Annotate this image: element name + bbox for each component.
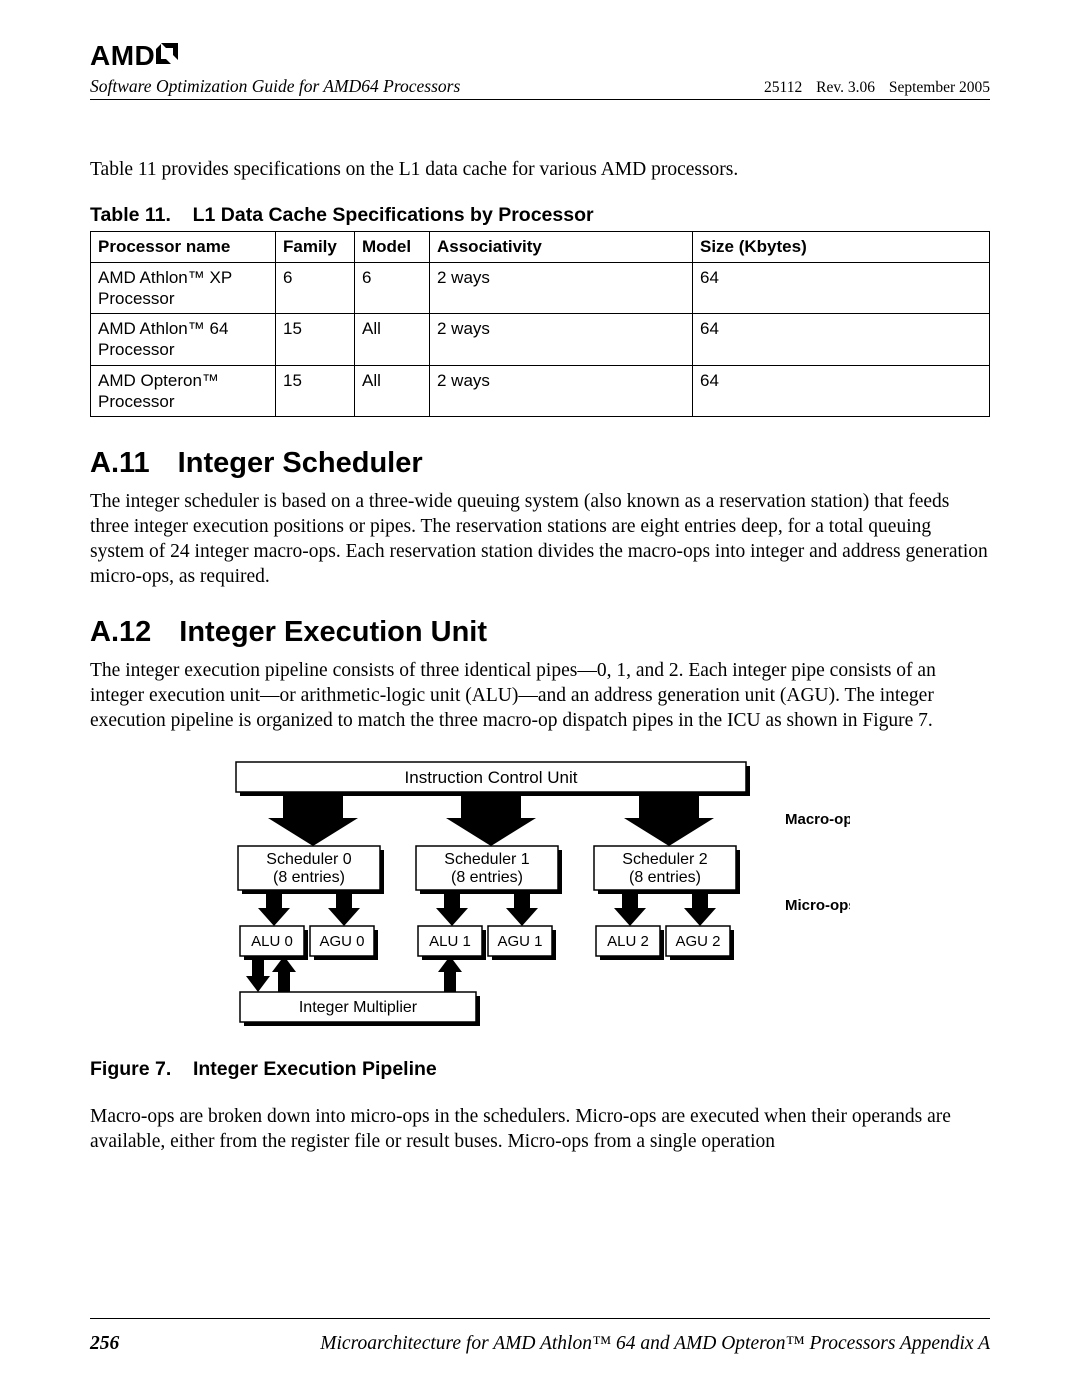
table-header-row: Processor name Family Model Associativit… [91, 232, 990, 262]
amd-arrow-icon [156, 40, 180, 72]
section-a12-heading: A.12 Integer Execution Unit [90, 616, 990, 649]
table-caption-no: Table 11. [90, 204, 171, 226]
exec-unit-boxes: ALU 0 AGU 0 ALU 1 AGU 1 ALU 2 AGU 2 [240, 926, 734, 960]
cell-model: All [355, 365, 430, 417]
table-row: AMD Athlon™ 64 Processor 15 All 2 ways 6… [91, 314, 990, 366]
doc-meta: 25112 Rev. 3.06 September 2005 [754, 79, 990, 97]
section-a11-body: The integer scheduler is based on a thre… [90, 490, 990, 590]
cell-family: 15 [276, 365, 355, 417]
running-footer: 256 Microarchitecture for AMD Athlon™ 64… [90, 1333, 990, 1355]
unit-label: ALU 1 [429, 933, 471, 950]
sched-label: Scheduler 2 [622, 851, 707, 868]
cell-assoc: 2 ways [430, 365, 693, 417]
unit-label: ALU 2 [607, 933, 649, 950]
doc-rev: Rev. 3.06 [816, 79, 875, 96]
spec-table: Processor name Family Model Associativit… [90, 231, 990, 417]
scheduler-boxes: Scheduler 0 (8 entries) Scheduler 1 (8 e… [238, 846, 740, 894]
figure-caption-title: Integer Execution Pipeline [193, 1058, 437, 1080]
figure-caption: Figure 7. Integer Execution Pipeline [90, 1058, 990, 1081]
section-a12-body2: Macro-ops are broken down into micro-ops… [90, 1105, 990, 1155]
cell-family: 15 [276, 314, 355, 366]
cell-family: 6 [276, 262, 355, 314]
micro-arrows [258, 890, 716, 926]
sched-sublabel: (8 entries) [451, 869, 523, 886]
table-caption-title: L1 Data Cache Specifications by Processo… [193, 204, 594, 226]
cell-size: 64 [693, 314, 990, 366]
running-header: Software Optimization Guide for AMD64 Pr… [90, 76, 990, 100]
mult-arrows [246, 956, 462, 992]
sched-label: Scheduler 0 [266, 851, 351, 868]
footer-text: Microarchitecture for AMD Athlon™ 64 and… [320, 1333, 990, 1355]
cell-name: AMD Athlon™ 64 Processor [91, 314, 276, 366]
intro-paragraph: Table 11 provides specifications on the … [90, 158, 990, 182]
macro-ops-label: Macro-ops [785, 811, 850, 828]
unit-label: AGU 1 [497, 933, 542, 950]
cell-name: AMD Opteron™ Processor [91, 365, 276, 417]
th-family: Family [276, 232, 355, 262]
unit-label: ALU 0 [251, 933, 293, 950]
section-title: Integer Scheduler [178, 447, 423, 479]
sched-sublabel: (8 entries) [629, 869, 701, 886]
cell-size: 64 [693, 262, 990, 314]
unit-label: AGU 0 [319, 933, 364, 950]
cell-model: 6 [355, 262, 430, 314]
macro-arrows [268, 792, 714, 846]
unit-label: AGU 2 [675, 933, 720, 950]
doc-number: 25112 [764, 79, 802, 96]
page-number: 256 [90, 1333, 119, 1355]
figure-caption-no: Figure 7. [90, 1058, 171, 1080]
footer-rule [90, 1318, 990, 1319]
icu-label: Instruction Control Unit [405, 768, 578, 787]
table-caption: Table 11. L1 Data Cache Specifications b… [90, 204, 990, 227]
section-title: Integer Execution Unit [179, 616, 487, 648]
doc-date: September 2005 [889, 79, 990, 96]
multiplier-label: Integer Multiplier [299, 999, 418, 1016]
th-model: Model [355, 232, 430, 262]
doc-title: Software Optimization Guide for AMD64 Pr… [90, 76, 460, 97]
cell-size: 64 [693, 365, 990, 417]
th-assoc: Associativity [430, 232, 693, 262]
amd-logo: AMD [90, 40, 990, 72]
section-a11-heading: A.11 Integer Scheduler [90, 447, 990, 480]
section-no: A.11 [90, 447, 150, 480]
cell-assoc: 2 ways [430, 314, 693, 366]
sched-label: Scheduler 1 [444, 851, 529, 868]
section-no: A.12 [90, 616, 151, 649]
micro-ops-label: Micro-ops [785, 897, 850, 914]
sched-sublabel: (8 entries) [273, 869, 345, 886]
table-row: AMD Athlon™ XP Processor 6 6 2 ways 64 [91, 262, 990, 314]
table-row: AMD Opteron™ Processor 15 All 2 ways 64 [91, 365, 990, 417]
figure-7: Instruction Control Unit Macro-ops Sched… [90, 760, 990, 1050]
section-a12-body: The integer execution pipeline consists … [90, 659, 990, 734]
cell-model: All [355, 314, 430, 366]
th-processor: Processor name [91, 232, 276, 262]
cell-assoc: 2 ways [430, 262, 693, 314]
cell-name: AMD Athlon™ XP Processor [91, 262, 276, 314]
amd-logo-text: AMD [90, 40, 155, 72]
th-size: Size (Kbytes) [693, 232, 990, 262]
